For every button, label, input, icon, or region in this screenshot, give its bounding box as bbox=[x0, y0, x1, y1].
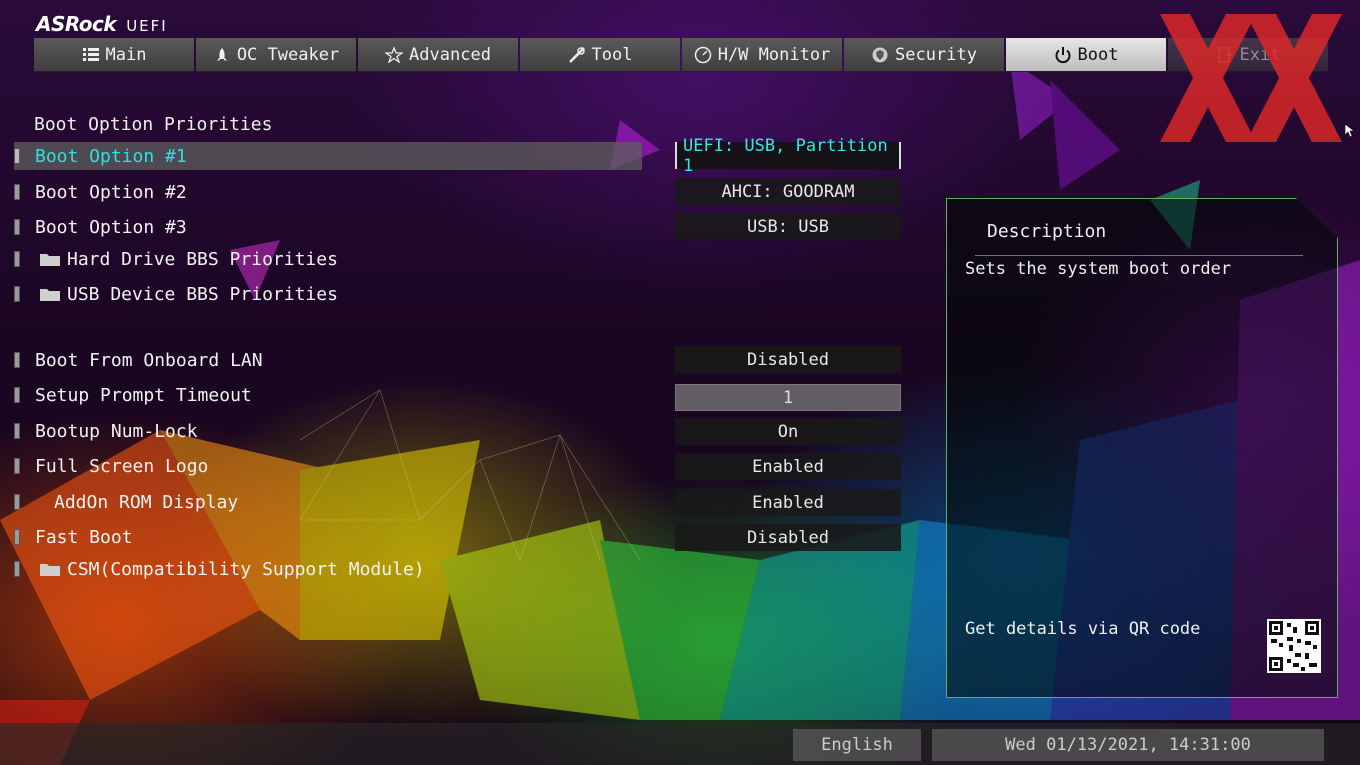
qr-label: Get details via QR code bbox=[965, 619, 1201, 639]
tab-label: OC Tweaker bbox=[236, 44, 340, 65]
boot-option-3-row[interactable]: Boot Option #3 bbox=[14, 213, 642, 241]
row-handle bbox=[14, 251, 20, 267]
boot-option-1-value[interactable]: UEFI: USB, Partition 1 bbox=[675, 136, 901, 176]
star-icon bbox=[385, 46, 404, 64]
row-handle bbox=[14, 219, 20, 235]
brand-name: ASRock bbox=[36, 12, 117, 36]
boot-onboard-lan-value[interactable]: Disabled bbox=[675, 346, 901, 373]
setup-prompt-timeout-input[interactable]: 1 bbox=[675, 384, 901, 411]
shield-icon bbox=[871, 46, 889, 64]
row-handle bbox=[14, 352, 20, 368]
tab-main[interactable]: Main bbox=[34, 38, 194, 72]
tab-hw-monitor[interactable]: H/W Monitor bbox=[682, 38, 842, 72]
wrench-icon bbox=[568, 46, 586, 64]
folder-icon bbox=[40, 289, 60, 301]
boot-option-2-row[interactable]: Boot Option #2 bbox=[14, 178, 642, 206]
row-handle bbox=[14, 494, 20, 510]
full-screen-logo-row[interactable]: Full Screen Logo bbox=[14, 452, 642, 480]
bootup-numlock-value[interactable]: On bbox=[675, 418, 901, 445]
description-title: Description bbox=[987, 221, 1107, 242]
tab-security[interactable]: Security bbox=[844, 38, 1004, 72]
addon-rom-display-value[interactable]: Enabled bbox=[675, 489, 901, 516]
row-label: Fast Boot bbox=[35, 526, 133, 548]
row-handle bbox=[14, 529, 20, 545]
row-label: Boot Option #1 bbox=[35, 145, 187, 167]
row-handle bbox=[14, 286, 20, 302]
fast-boot-row[interactable]: Fast Boot bbox=[14, 523, 642, 551]
row-handle bbox=[14, 148, 20, 164]
row-label: Boot Option #2 bbox=[35, 181, 187, 203]
tab-label: Security bbox=[895, 44, 977, 65]
list-icon bbox=[82, 46, 100, 64]
setup-prompt-timeout-row[interactable]: Setup Prompt Timeout bbox=[14, 381, 642, 409]
addon-rom-display-row[interactable]: AddOn ROM Display bbox=[14, 488, 642, 516]
description-text: Sets the system boot order bbox=[965, 259, 1232, 279]
description-panel: Description Sets the system boot order G… bbox=[946, 198, 1338, 698]
row-label: Boot From Onboard LAN bbox=[35, 349, 263, 371]
tab-tool[interactable]: Tool bbox=[520, 38, 680, 72]
row-label: CSM(Compatibility Support Module) bbox=[67, 558, 425, 580]
tab-advanced[interactable]: Advanced bbox=[358, 38, 518, 72]
row-handle bbox=[14, 561, 20, 577]
gauge-icon bbox=[694, 46, 712, 64]
main-tabs: Main OC Tweaker Advanced Tool H/W Monito… bbox=[34, 38, 1328, 72]
row-handle bbox=[14, 184, 20, 200]
row-handle bbox=[14, 423, 20, 439]
row-label: Full Screen Logo bbox=[35, 455, 209, 477]
tab-oc-tweaker[interactable]: OC Tweaker bbox=[196, 38, 356, 72]
section-title: Boot Option Priorities bbox=[34, 114, 273, 135]
boot-option-2-value[interactable]: AHCI: GOODRAM bbox=[675, 178, 901, 205]
row-handle bbox=[14, 387, 20, 403]
qr-code-icon bbox=[1267, 619, 1321, 673]
watermark-logo bbox=[1160, 14, 1342, 142]
mouse-cursor-icon bbox=[1345, 124, 1355, 138]
boot-option-3-value[interactable]: USB: USB bbox=[675, 213, 901, 240]
csm-row[interactable]: CSM(Compatibility Support Module) bbox=[14, 555, 642, 583]
rocket-icon bbox=[213, 46, 231, 64]
boot-onboard-lan-row[interactable]: Boot From Onboard LAN bbox=[14, 346, 642, 374]
bootup-numlock-row[interactable]: Bootup Num-Lock bbox=[14, 417, 642, 445]
power-icon bbox=[1054, 46, 1072, 64]
brand-suffix: UEFI bbox=[126, 17, 168, 35]
row-handle bbox=[14, 458, 20, 474]
date-time-display: Wed 01/13/2021, 14:31:00 bbox=[932, 729, 1324, 761]
divider bbox=[975, 255, 1303, 256]
row-label: Setup Prompt Timeout bbox=[35, 384, 252, 406]
tab-label: H/W Monitor bbox=[717, 44, 831, 65]
row-label: AddOn ROM Display bbox=[54, 491, 239, 513]
hdd-bbs-priorities-row[interactable]: Hard Drive BBS Priorities bbox=[14, 245, 642, 273]
tab-boot[interactable]: Boot bbox=[1006, 38, 1166, 72]
boot-option-1-row[interactable]: Boot Option #1 bbox=[14, 142, 642, 170]
usb-bbs-priorities-row[interactable]: USB Device BBS Priorities bbox=[14, 280, 642, 308]
language-selector[interactable]: English bbox=[793, 729, 921, 761]
folder-icon bbox=[40, 254, 60, 266]
row-label: Bootup Num-Lock bbox=[35, 420, 198, 442]
tab-label: Boot bbox=[1077, 44, 1119, 65]
full-screen-logo-value[interactable]: Enabled bbox=[675, 453, 901, 480]
brand-logo: ASRock UEFI bbox=[36, 12, 168, 36]
row-label: Hard Drive BBS Priorities bbox=[67, 248, 338, 270]
folder-icon bbox=[40, 564, 60, 576]
row-label: Boot Option #3 bbox=[35, 216, 187, 238]
fast-boot-value[interactable]: Disabled bbox=[675, 524, 901, 551]
tab-label: Main bbox=[105, 44, 147, 65]
tab-label: Advanced bbox=[409, 44, 491, 65]
row-label: USB Device BBS Priorities bbox=[67, 283, 338, 305]
tab-label: Tool bbox=[591, 44, 633, 65]
